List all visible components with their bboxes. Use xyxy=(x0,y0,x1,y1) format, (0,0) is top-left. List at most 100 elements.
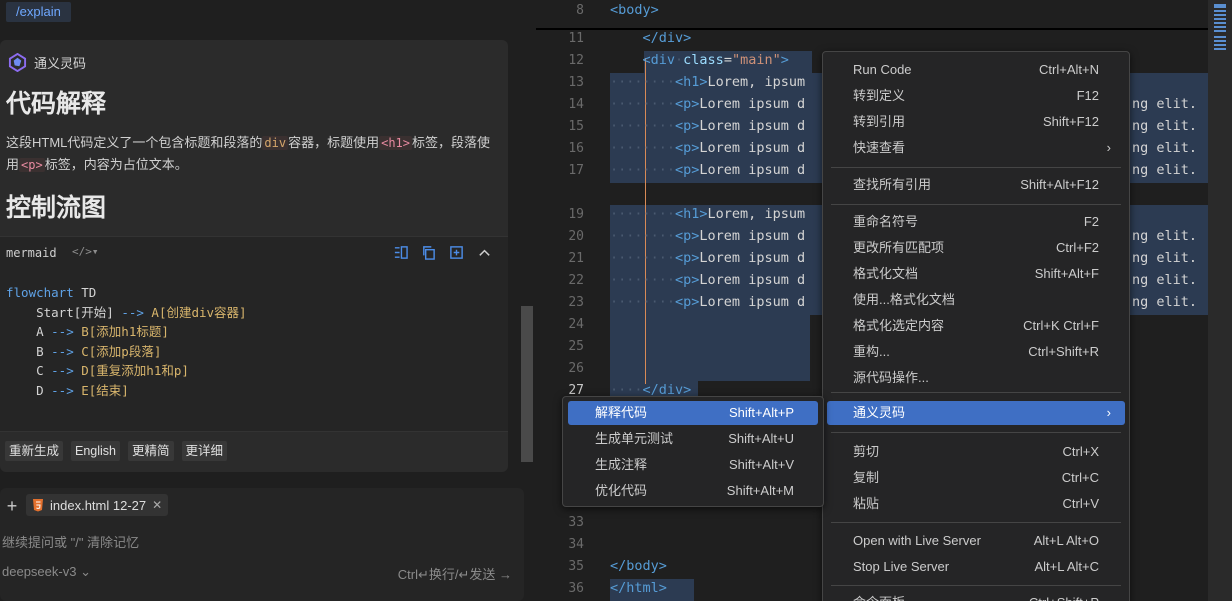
code-line: ········<p>Lorem ipsum d xyxy=(610,228,805,244)
menu-item[interactable]: 重命名符号 F2 xyxy=(827,210,1125,234)
code-line: <body> xyxy=(610,2,659,18)
menu-item[interactable]: 命令面板... Ctrl+Shift+P xyxy=(827,591,1125,601)
menu-item-label: 使用...格式化文档 xyxy=(853,292,955,307)
insert-code-icon[interactable] xyxy=(393,245,408,260)
line-number: 8 xyxy=(576,3,584,18)
action-button[interactable]: English xyxy=(71,441,121,461)
menu-item[interactable]: 剪切 Ctrl+X xyxy=(827,440,1125,464)
action-button[interactable]: 更精简 xyxy=(128,441,174,461)
minimap[interactable] xyxy=(1208,0,1232,601)
menu-item[interactable]: Run Code Ctrl+Alt+N xyxy=(827,58,1125,82)
code-line: ········<p>Lorem ipsum d xyxy=(610,294,805,310)
menu-separator xyxy=(831,585,1121,586)
collapse-icon[interactable] xyxy=(477,245,492,260)
code-token: <h1> xyxy=(675,206,708,222)
close-icon[interactable]: ✕ xyxy=(152,498,162,512)
model-selector[interactable]: deepseek-v3 ⌄ xyxy=(2,564,91,580)
menu-item-label: 快速查看 xyxy=(853,140,906,155)
menu-item-label: 格式化文档 xyxy=(853,266,919,281)
add-context-button[interactable]: + xyxy=(2,496,22,516)
submenu-item[interactable]: 优化代码 Shift+Alt+M xyxy=(568,479,818,503)
menu-item-shortcut: Ctrl+Shift+R xyxy=(1028,344,1099,359)
code-token: Lorem ipsum d xyxy=(699,294,806,310)
code-token: </div> xyxy=(642,30,692,46)
submenu-item-shortcut: Shift+Alt+M xyxy=(726,483,794,498)
code-token: "main" xyxy=(731,52,781,68)
minimap-mark xyxy=(1214,40,1226,42)
line-number: 20 xyxy=(568,229,584,244)
answer-actions: 重新生成 English 更精简 更详细 xyxy=(5,441,228,461)
chevron-down-icon: ⌄ xyxy=(80,564,91,579)
menu-item-label: 命令面板... xyxy=(853,591,916,601)
toggle-label: </> xyxy=(72,245,92,258)
line-number: 25 xyxy=(568,339,584,354)
action-button[interactable]: 重新生成 xyxy=(5,441,64,461)
submenu-item[interactable]: 生成注释 Shift+Alt+V xyxy=(568,453,818,477)
code-line: ········<h1>Lorem, ipsum xyxy=(610,206,805,222)
code-token: <p> xyxy=(675,294,700,310)
menu-item[interactable]: 使用...格式化文档 xyxy=(827,288,1125,312)
code-view-toggle[interactable]: </>▾ xyxy=(72,245,99,258)
menu-item[interactable]: 格式化选定内容 Ctrl+K Ctrl+F xyxy=(827,314,1125,338)
menu-item[interactable]: 复制 Ctrl+C xyxy=(827,466,1125,490)
heading-flow: 控制流图 xyxy=(6,194,107,222)
submenu-item[interactable]: 解释代码 Shift+Alt+P xyxy=(568,401,818,425)
code-token: Lorem ipsum d xyxy=(699,250,806,266)
menu-item[interactable]: 重构... Ctrl+Shift+R xyxy=(827,340,1125,364)
menu-item-shortcut: Ctrl+C xyxy=(1061,470,1099,485)
code-token: Lorem, ipsum xyxy=(707,74,806,90)
menu-item[interactable]: 格式化文档 Shift+Alt+F xyxy=(827,262,1125,286)
code-token: ········ xyxy=(610,118,676,134)
chat-scrollbar[interactable] xyxy=(521,306,533,462)
menu-item[interactable]: 转到引用 Shift+F12 xyxy=(827,110,1125,134)
action-button[interactable]: 更详细 xyxy=(181,441,228,461)
code-line: B --> C[添加p段落] xyxy=(6,342,247,362)
code-line-tail: ng elit. xyxy=(1132,250,1198,266)
inline-code: <p> xyxy=(19,158,45,172)
context-menu: Run Code Ctrl+Alt+N 转到定义 F12 转到引用 Shift+F12 快速… xyxy=(822,51,1130,601)
copy-icon[interactable] xyxy=(421,245,436,260)
code-token: E[结束] xyxy=(73,382,129,398)
context-file-chip[interactable]: index.html 12-27 ✕ xyxy=(26,494,169,516)
menu-item[interactable]: 更改所有匹配项 Ctrl+F2 xyxy=(827,236,1125,260)
menu-item[interactable]: 查找所有引用 Shift+Alt+F12 xyxy=(827,173,1125,197)
code-token: Lorem ipsum d xyxy=(699,96,806,112)
menu-item-label: 复制 xyxy=(853,470,880,485)
menu-item[interactable]: 转到定义 F12 xyxy=(827,84,1125,108)
tongyi-logo-icon xyxy=(8,53,27,72)
answer-card: 通义灵码 代码解释 这段HTML代码定义了一个包含标题和段落的 div 容器，标题使… xyxy=(0,40,508,472)
line-number: 26 xyxy=(568,361,584,376)
codeblock-content: flowchart TD Start[开始] --> A[创建div容器] A … xyxy=(6,283,247,401)
line-number: 14 xyxy=(568,97,584,112)
menu-item[interactable]: 通义灵码 › xyxy=(827,401,1125,425)
send-icon[interactable]: → xyxy=(499,567,512,582)
explanation-paragraph: 这段HTML代码定义了一个包含标题和段落的 div 容器，标题使用 <h1> 标签，段落… xyxy=(6,132,501,176)
send-hint: Ctrl↵换行/↵发送 → xyxy=(398,564,512,583)
code-line: flowchart TD xyxy=(6,283,247,303)
code-token: --> xyxy=(51,382,74,398)
submenu-item[interactable]: 生成单元测试 Shift+Alt+U xyxy=(568,427,818,451)
code-token: <p> xyxy=(675,162,700,178)
code-token: ········ xyxy=(610,140,676,156)
menu-item[interactable]: Stop Live Server Alt+L Alt+C xyxy=(827,555,1125,579)
sticky-scroll-header: 8 <body> xyxy=(536,0,1208,30)
chat-input[interactable]: 继续提问或 "/" 清除记忆 xyxy=(2,532,139,551)
menu-item-label: 重构... xyxy=(853,344,890,359)
menu-item-label: 重命名符号 xyxy=(853,214,919,229)
code-token: ········ xyxy=(610,228,676,244)
menu-item[interactable]: Open with Live Server Alt+L Alt+O xyxy=(827,529,1125,553)
menu-item[interactable]: 快速查看 › xyxy=(827,136,1125,160)
code-token: </body> xyxy=(610,558,667,574)
new-file-icon[interactable] xyxy=(449,245,464,260)
menu-item-label: Open with Live Server xyxy=(853,533,981,548)
menu-item[interactable]: 粘贴 Ctrl+V xyxy=(827,492,1125,516)
menu-item-label: 更改所有匹配项 xyxy=(853,240,945,255)
menu-item-shortcut: Ctrl+Alt+N xyxy=(1039,62,1099,77)
minimap-mark xyxy=(1214,14,1226,16)
tongyi-submenu: 解释代码 Shift+Alt+P 生成单元测试 Shift+Alt+U 生成注释 Shif… xyxy=(562,396,824,507)
menu-separator xyxy=(831,522,1121,523)
menu-separator xyxy=(831,167,1121,168)
menu-item[interactable]: 源代码操作... xyxy=(827,366,1125,390)
menu-item-label: 查找所有引用 xyxy=(853,177,932,192)
